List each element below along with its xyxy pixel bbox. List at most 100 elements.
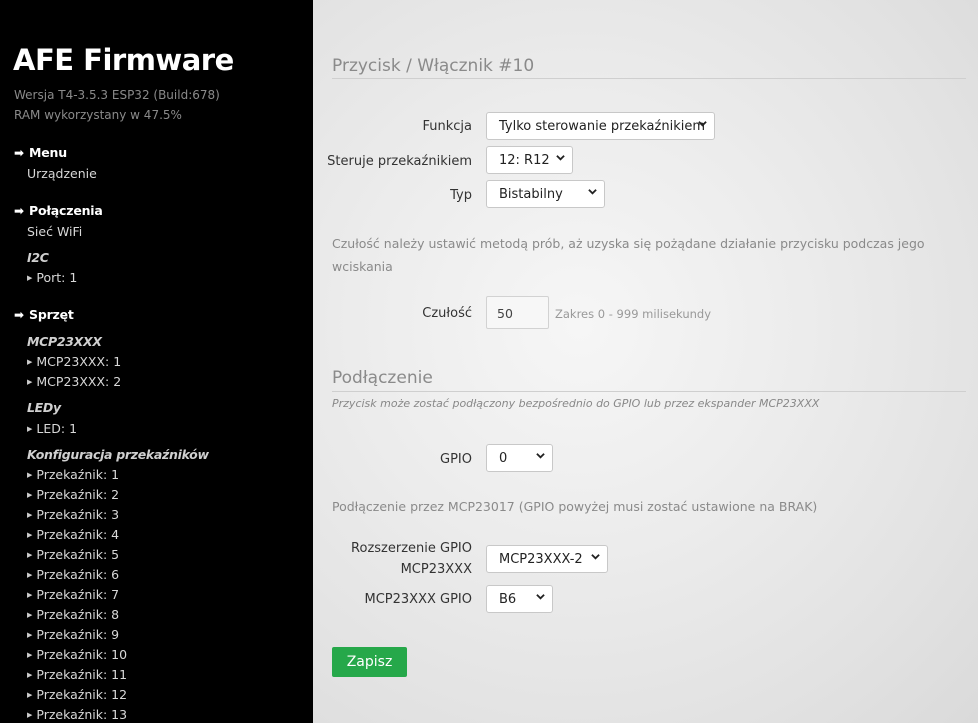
sidebar-item-label: Przekaźnik: 10 xyxy=(36,647,128,662)
sidebar-item-relay[interactable]: ▶ Przekaźnik: 5 xyxy=(27,547,119,562)
chevron-down-icon xyxy=(536,453,545,459)
sensitivity-note: Czułość należy ustawić metodą prób, aż u… xyxy=(332,236,925,274)
sidebar-item-label: Przekaźnik: 6 xyxy=(36,567,120,582)
sidebar: AFE Firmware Wersja T4-3.5.3 ESP32 (Buil… xyxy=(0,0,313,723)
expander-value: MCP23XXX-2 xyxy=(499,552,583,567)
sidebar-item-relay[interactable]: ▶ Przekaźnik: 8 xyxy=(27,607,119,622)
sidebar-item-mcp-1[interactable]: ▶ MCP23XXX: 1 xyxy=(27,354,121,369)
steruje-value: 12: R12 xyxy=(499,153,550,168)
pointing-hand-icon: ➡ xyxy=(14,308,24,322)
sidebar-item-i2c-port[interactable]: ▶ Port: 1 xyxy=(27,270,77,285)
mcp-gpio-select[interactable]: B6 xyxy=(486,585,553,613)
arrow-right-icon: ▶ xyxy=(27,491,33,499)
subsection-i2c: I2C xyxy=(27,250,49,265)
chevron-down-icon xyxy=(591,554,600,560)
section-menu-label: Menu xyxy=(29,145,67,160)
arrow-right-icon: ▶ xyxy=(27,274,33,282)
arrow-right-icon: ▶ xyxy=(27,571,33,579)
sidebar-item-relay[interactable]: ▶ Przekaźnik: 2 xyxy=(27,487,119,502)
mcp-gpio-label: MCP23XXX GPIO xyxy=(364,592,472,607)
section-connections-label: Połączenia xyxy=(29,203,103,218)
section-title-connection: Podłączenie xyxy=(332,368,433,388)
sidebar-item-label: MCP23XXX: 1 xyxy=(36,354,122,369)
gpio-value: 0 xyxy=(499,451,508,466)
sidebar-item-device[interactable]: Urządzenie xyxy=(27,166,97,181)
sidebar-item-label: Przekaźnik: 2 xyxy=(36,487,120,502)
sidebar-item-label: Przekaźnik: 11 xyxy=(36,667,128,682)
save-button[interactable]: Zapisz xyxy=(332,647,407,677)
funkcja-select[interactable]: Tylko sterowanie przekaźnikiem xyxy=(486,112,715,140)
funkcja-label: Funkcja xyxy=(422,119,473,134)
sidebar-item-label: Przekaźnik: 1 xyxy=(36,467,120,482)
sidebar-item-label: Przekaźnik: 9 xyxy=(36,627,120,642)
gpio-label: GPIO xyxy=(440,452,472,467)
sidebar-item-relay[interactable]: ▶ Przekaźnik: 3 xyxy=(27,507,119,522)
steruje-label: Steruje przekaźnikiem xyxy=(327,154,472,169)
sidebar-item-relay[interactable]: ▶ Przekaźnik: 1 xyxy=(27,467,119,482)
page-title: Przycisk / Włącznik #10 xyxy=(332,56,535,76)
chevron-down-icon xyxy=(556,155,565,161)
arrow-right-icon: ▶ xyxy=(27,591,33,599)
sidebar-item-relay[interactable]: ▶ Przekaźnik: 6 xyxy=(27,567,119,582)
chevron-down-icon xyxy=(536,594,545,600)
gpio-select[interactable]: 0 xyxy=(486,444,553,472)
section-divider xyxy=(332,391,966,392)
main-content: Przycisk / Włącznik #10 Funkcja Tylko st… xyxy=(313,0,978,723)
pointing-hand-icon: ➡ xyxy=(14,204,24,218)
arrow-right-icon: ▶ xyxy=(27,378,33,386)
czulosc-label: Czułość xyxy=(422,306,472,321)
steruje-select[interactable]: 12: R12 xyxy=(486,146,573,174)
sidebar-item-label: Przekaźnik: 7 xyxy=(36,587,120,602)
sidebar-item-relay[interactable]: ▶ Przekaźnik: 9 xyxy=(27,627,119,642)
subsection-mcp: MCP23XXX xyxy=(27,334,102,349)
arrow-right-icon: ▶ xyxy=(27,711,33,719)
czulosc-hint: Zakres 0 - 999 milisekundy xyxy=(555,307,712,321)
arrow-right-icon: ▶ xyxy=(27,551,33,559)
expander-label: Rozszerzenie GPIO xyxy=(351,541,472,556)
section-hardware: ➡ Sprzęt xyxy=(14,307,74,322)
pointing-hand-icon: ➡ xyxy=(14,146,24,160)
subsection-leds: LEDy xyxy=(27,400,61,415)
arrow-right-icon: ▶ xyxy=(27,358,33,366)
sidebar-item-wifi[interactable]: Sieć WiFi xyxy=(27,224,82,239)
arrow-right-icon: ▶ xyxy=(27,511,33,519)
arrow-right-icon: ▶ xyxy=(27,691,33,699)
sidebar-item-label: Przekaźnik: 5 xyxy=(36,547,120,562)
sidebar-item-relay[interactable]: ▶ Przekaźnik: 4 xyxy=(27,527,119,542)
sidebar-item-relay[interactable]: ▶ Przekaźnik: 13 xyxy=(27,707,127,722)
sidebar-item-relay[interactable]: ▶ Przekaźnik: 12 xyxy=(27,687,127,702)
sidebar-item-mcp-2[interactable]: ▶ MCP23XXX: 2 xyxy=(27,374,121,389)
sidebar-item-relay[interactable]: ▶ Przekaźnik: 10 xyxy=(27,647,127,662)
typ-select[interactable]: Bistabilny xyxy=(486,180,605,208)
expander-label-line2: MCP23XXX xyxy=(400,562,472,577)
sidebar-item-relay[interactable]: ▶ Przekaźnik: 11 xyxy=(27,667,127,682)
arrow-right-icon: ▶ xyxy=(27,631,33,639)
sidebar-item-label: Przekaźnik: 12 xyxy=(36,687,128,702)
sidebar-item-label: Przekaźnik: 8 xyxy=(36,607,120,622)
sidebar-item-led-1[interactable]: ▶ LED: 1 xyxy=(27,421,77,436)
section-hardware-label: Sprzęt xyxy=(29,307,74,322)
sidebar-item-relay[interactable]: ▶ Przekaźnik: 7 xyxy=(27,587,119,602)
czulosc-input[interactable]: 50 xyxy=(486,296,549,329)
heading-divider xyxy=(332,78,966,79)
sidebar-item-label: LED: 1 xyxy=(36,421,78,436)
expander-select[interactable]: MCP23XXX-2 xyxy=(486,545,608,573)
sidebar-item-label: MCP23XXX: 2 xyxy=(36,374,122,389)
arrow-right-icon: ▶ xyxy=(27,531,33,539)
mcp-gpio-value: B6 xyxy=(499,592,517,607)
sidebar-item-label: Przekaźnik: 4 xyxy=(36,527,120,542)
typ-value: Bistabilny xyxy=(499,187,563,202)
subsection-relays: Konfiguracja przekaźników xyxy=(27,447,209,462)
connection-subtitle: Przycisk może zostać podłączony bezpośre… xyxy=(332,397,820,410)
mcp-note: Podłączenie przez MCP23017 (GPIO powyżej… xyxy=(332,499,818,514)
chevron-down-icon xyxy=(588,189,597,195)
sidebar-item-label: Przekaźnik: 3 xyxy=(36,507,120,522)
arrow-right-icon: ▶ xyxy=(27,651,33,659)
funkcja-value: Tylko sterowanie przekaźnikiem xyxy=(499,119,705,134)
section-connections: ➡ Połączenia xyxy=(14,203,103,218)
app-title: AFE Firmware xyxy=(13,43,234,77)
sidebar-item-label: Port: 1 xyxy=(36,270,78,285)
section-menu: ➡ Menu xyxy=(14,145,67,160)
arrow-right-icon: ▶ xyxy=(27,471,33,479)
typ-label: Typ xyxy=(450,188,472,203)
